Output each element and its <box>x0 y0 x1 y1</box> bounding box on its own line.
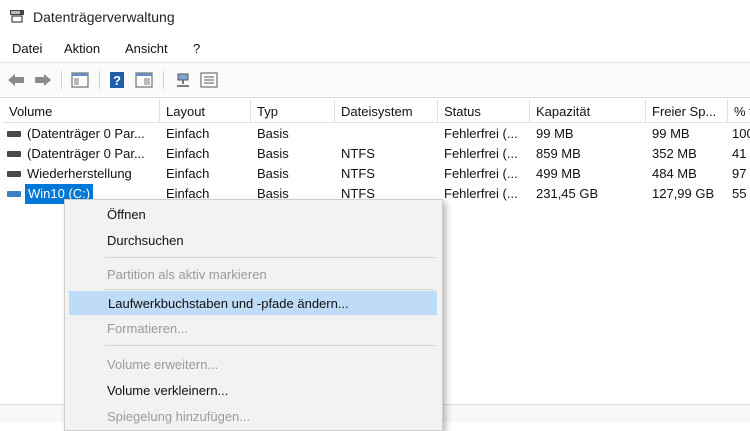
cell-prozent-frei: 55 <box>732 186 747 201</box>
cell-layout: Einfach <box>166 166 210 181</box>
toolbar-separator <box>61 71 62 89</box>
cell-status: Fehlerfrei (... <box>444 186 518 201</box>
disk-management-app-icon <box>10 10 24 23</box>
forward-arrow-icon[interactable] <box>33 70 53 90</box>
connect-icon[interactable] <box>173 70 193 90</box>
help-icon[interactable]: ? <box>108 70 126 90</box>
cell-volume: (Datenträger 0 Par... <box>27 146 145 161</box>
cell-prozent-frei: 100 <box>732 126 750 141</box>
column-header-volume[interactable]: Volume <box>3 100 160 122</box>
menu-item-volume-verkleinern[interactable]: Volume verkleinern... <box>69 379 437 403</box>
cell-typ: Basis <box>257 126 289 141</box>
toolbar: ? <box>0 62 750 98</box>
title-bar: Datenträgerverwaltung <box>0 0 750 34</box>
column-header-kapazitaet[interactable]: Kapazität <box>530 100 646 122</box>
cell-freier-speicher: 127,99 GB <box>652 186 715 201</box>
menu-item-partition-aktiv[interactable]: Partition als aktiv markieren <box>69 263 437 287</box>
list-view-icon[interactable] <box>199 70 219 90</box>
toolbar-separator <box>163 71 164 89</box>
console-tree-icon[interactable] <box>70 70 90 90</box>
menu-item-oeffnen[interactable]: Öffnen <box>69 203 437 227</box>
cell-typ: Basis <box>257 166 289 181</box>
column-header-layout[interactable]: Layout <box>160 100 251 122</box>
menu-datei[interactable]: Datei <box>12 41 42 56</box>
menu-bar: Datei Aktion Ansicht ? <box>0 38 750 60</box>
volume-icon <box>7 191 21 197</box>
context-menu: Öffnen Durchsuchen Partition als aktiv m… <box>64 199 443 431</box>
menu-ansicht[interactable]: Ansicht <box>125 41 168 56</box>
cell-kapazitaet: 859 MB <box>536 146 581 161</box>
volume-icon <box>7 171 21 177</box>
cell-freier-speicher: 352 MB <box>652 146 697 161</box>
toolbar-separator <box>99 71 100 89</box>
menu-aktion[interactable]: Aktion <box>64 41 100 56</box>
menu-help[interactable]: ? <box>193 41 200 56</box>
svg-text:?: ? <box>113 73 121 88</box>
cell-status: Fehlerfrei (... <box>444 146 518 161</box>
cell-typ: Basis <box>257 146 289 161</box>
column-header-freier-speicher[interactable]: Freier Sp... <box>646 100 728 122</box>
column-header-dateisystem[interactable]: Dateisystem <box>335 100 438 122</box>
window-title: Datenträgerverwaltung <box>33 9 175 25</box>
cell-volume: (Datenträger 0 Par... <box>27 126 145 141</box>
menu-item-volume-erweitern[interactable]: Volume erweitern... <box>69 353 437 377</box>
menu-item-formatieren[interactable]: Formatieren... <box>69 317 437 341</box>
menu-item-laufwerkbuchstaben[interactable]: Laufwerkbuchstaben und -pfade ändern... <box>69 291 437 315</box>
column-header-typ[interactable]: Typ <box>251 100 335 122</box>
cell-kapazitaet: 499 MB <box>536 166 581 181</box>
menu-separator <box>105 345 435 346</box>
menu-separator <box>105 289 435 290</box>
cell-layout: Einfach <box>166 126 210 141</box>
properties-icon[interactable] <box>134 70 154 90</box>
column-header-status[interactable]: Status <box>438 100 530 122</box>
cell-status: Fehlerfrei (... <box>444 166 518 181</box>
volume-icon <box>7 151 21 157</box>
cell-kapazitaet: 99 MB <box>536 126 574 141</box>
cell-prozent-frei: 97 <box>732 166 747 181</box>
cell-volume: Wiederherstellung <box>27 166 132 181</box>
menu-item-spiegelung[interactable]: Spiegelung hinzufügen... <box>69 405 437 429</box>
cell-freier-speicher: 484 MB <box>652 166 697 181</box>
cell-dateisystem: NTFS <box>341 166 375 181</box>
cell-layout: Einfach <box>166 146 210 161</box>
volume-icon <box>7 131 21 137</box>
column-header-prozent-frei[interactable]: % f <box>728 100 750 122</box>
cell-status: Fehlerfrei (... <box>444 126 518 141</box>
table-header: Volume Layout Typ Dateisystem Status Kap… <box>3 100 750 123</box>
cell-prozent-frei: 41 <box>732 146 747 161</box>
table-row[interactable]: (Datenträger 0 Par... Einfach Basis Fehl… <box>3 124 750 144</box>
menu-item-durchsuchen[interactable]: Durchsuchen <box>69 229 437 253</box>
cell-dateisystem: NTFS <box>341 146 375 161</box>
cell-freier-speicher: 99 MB <box>652 126 690 141</box>
table-row[interactable]: (Datenträger 0 Par... Einfach Basis NTFS… <box>3 144 750 164</box>
menu-separator <box>105 257 435 258</box>
cell-kapazitaet: 231,45 GB <box>536 186 599 201</box>
back-arrow-icon[interactable] <box>6 70 26 90</box>
table-row[interactable]: Wiederherstellung Einfach Basis NTFS Feh… <box>3 164 750 184</box>
